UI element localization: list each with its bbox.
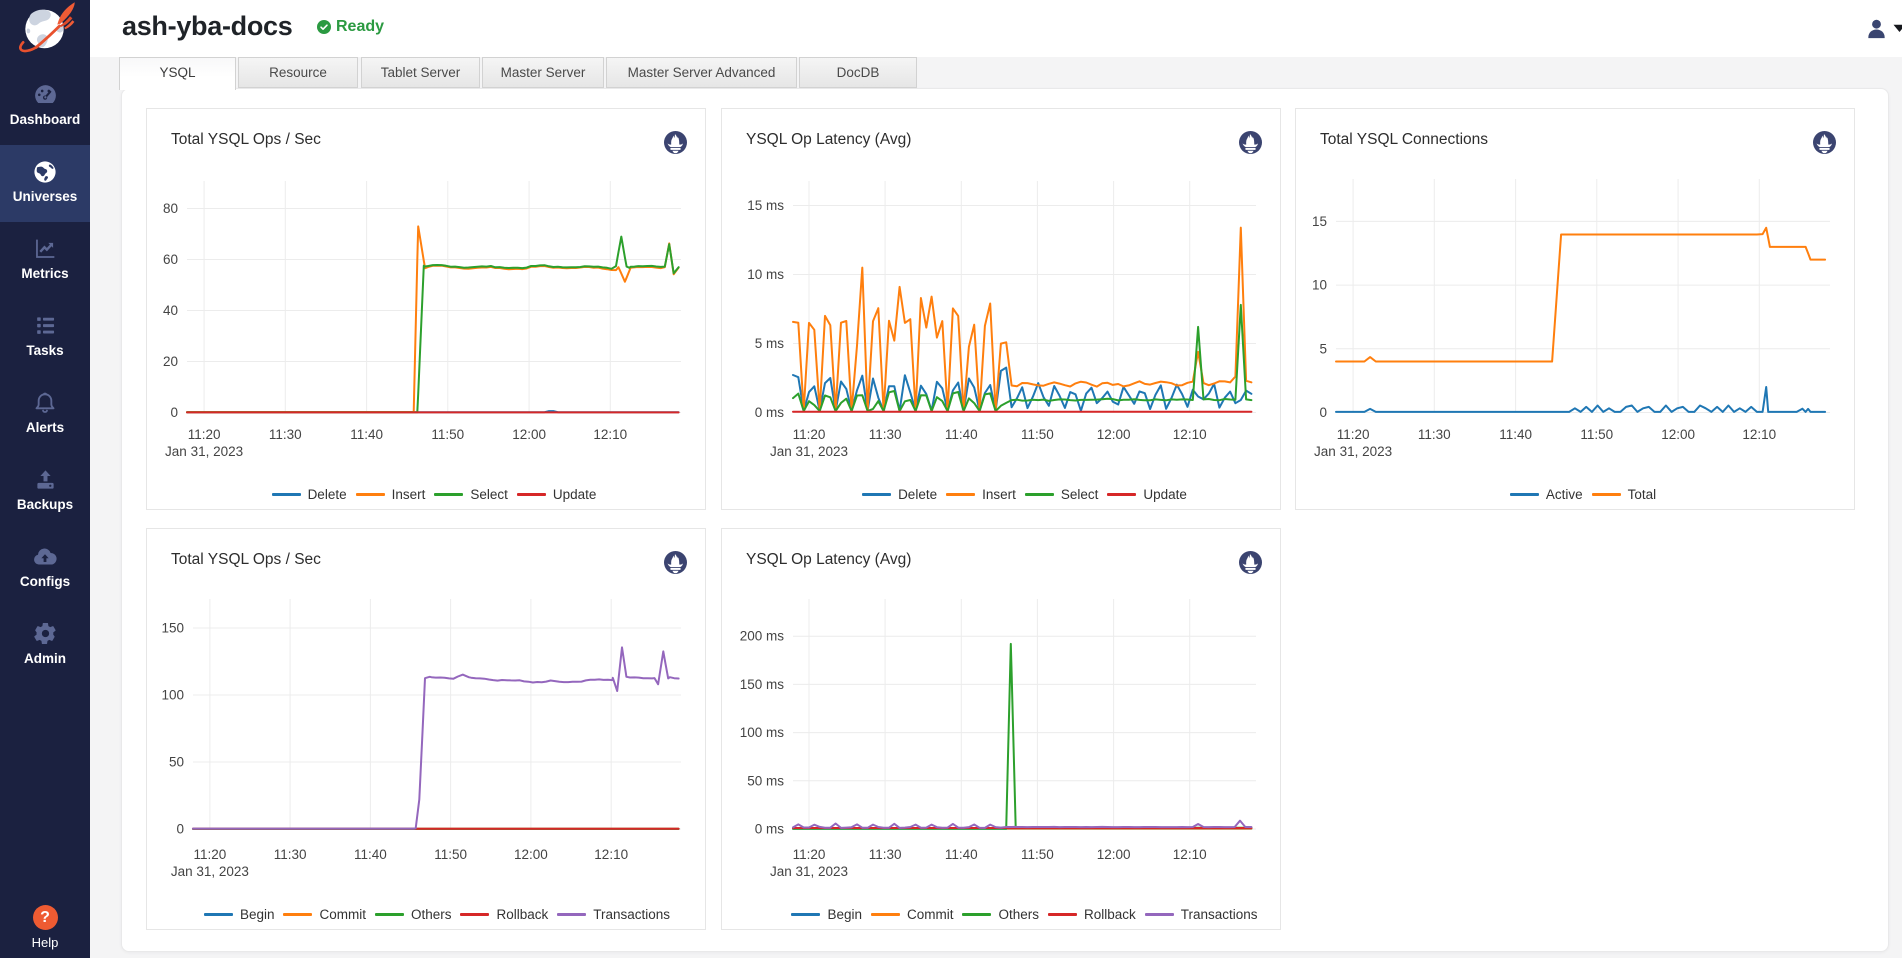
svg-text:11:30: 11:30 (869, 427, 902, 442)
svg-text:100 ms: 100 ms (740, 725, 785, 740)
svg-text:11:20: 11:20 (793, 847, 826, 862)
svg-text:11:50: 11:50 (431, 427, 464, 442)
svg-text:60: 60 (163, 252, 178, 267)
svg-text:0 ms: 0 ms (755, 405, 785, 420)
svg-text:5: 5 (1319, 341, 1327, 356)
svg-text:Jan 31, 2023: Jan 31, 2023 (171, 864, 249, 879)
svg-text:0: 0 (176, 822, 184, 837)
svg-text:150: 150 (161, 621, 184, 636)
svg-text:Jan 31, 2023: Jan 31, 2023 (165, 444, 243, 459)
svg-text:11:20: 11:20 (793, 427, 826, 442)
svg-text:11:20: 11:20 (1337, 427, 1370, 442)
svg-text:150 ms: 150 ms (740, 677, 785, 692)
svg-text:11:30: 11:30 (274, 847, 307, 862)
svg-text:12:00: 12:00 (512, 427, 546, 442)
svg-text:12:10: 12:10 (1742, 427, 1776, 442)
svg-text:50: 50 (169, 755, 184, 770)
svg-text:Jan 31, 2023: Jan 31, 2023 (1314, 444, 1392, 459)
svg-text:11:50: 11:50 (1021, 847, 1054, 862)
svg-text:5 ms: 5 ms (755, 336, 785, 351)
svg-text:11:50: 11:50 (1580, 427, 1613, 442)
svg-text:20: 20 (163, 354, 178, 369)
svg-text:11:40: 11:40 (1499, 427, 1532, 442)
svg-text:12:00: 12:00 (514, 847, 548, 862)
svg-text:Jan 31, 2023: Jan 31, 2023 (770, 864, 848, 879)
svg-text:12:10: 12:10 (1173, 427, 1207, 442)
svg-text:11:20: 11:20 (194, 847, 227, 862)
svg-text:12:00: 12:00 (1661, 427, 1695, 442)
svg-text:11:30: 11:30 (269, 427, 302, 442)
svg-text:11:30: 11:30 (1418, 427, 1451, 442)
svg-text:80: 80 (163, 201, 178, 216)
svg-text:200 ms: 200 ms (740, 629, 785, 644)
svg-text:11:50: 11:50 (434, 847, 467, 862)
svg-text:50 ms: 50 ms (747, 773, 784, 788)
svg-text:10: 10 (1312, 278, 1327, 293)
svg-text:100: 100 (161, 688, 184, 703)
svg-text:11:50: 11:50 (1021, 427, 1054, 442)
svg-text:12:00: 12:00 (1097, 847, 1131, 862)
svg-text:11:30: 11:30 (869, 847, 902, 862)
svg-text:15 ms: 15 ms (747, 198, 784, 213)
svg-text:12:10: 12:10 (593, 427, 627, 442)
svg-text:Jan 31, 2023: Jan 31, 2023 (770, 444, 848, 459)
svg-text:0: 0 (1319, 405, 1327, 420)
svg-text:15: 15 (1312, 214, 1327, 229)
svg-text:12:10: 12:10 (1173, 847, 1207, 862)
svg-text:0: 0 (170, 405, 178, 420)
svg-text:11:40: 11:40 (945, 427, 978, 442)
svg-text:40: 40 (163, 303, 178, 318)
svg-text:12:00: 12:00 (1097, 427, 1131, 442)
svg-text:12:10: 12:10 (594, 847, 628, 862)
svg-text:11:20: 11:20 (188, 427, 221, 442)
svg-text:11:40: 11:40 (354, 847, 387, 862)
svg-text:11:40: 11:40 (945, 847, 978, 862)
svg-text:0 ms: 0 ms (755, 822, 785, 837)
svg-text:10 ms: 10 ms (747, 267, 784, 282)
svg-text:11:40: 11:40 (350, 427, 383, 442)
